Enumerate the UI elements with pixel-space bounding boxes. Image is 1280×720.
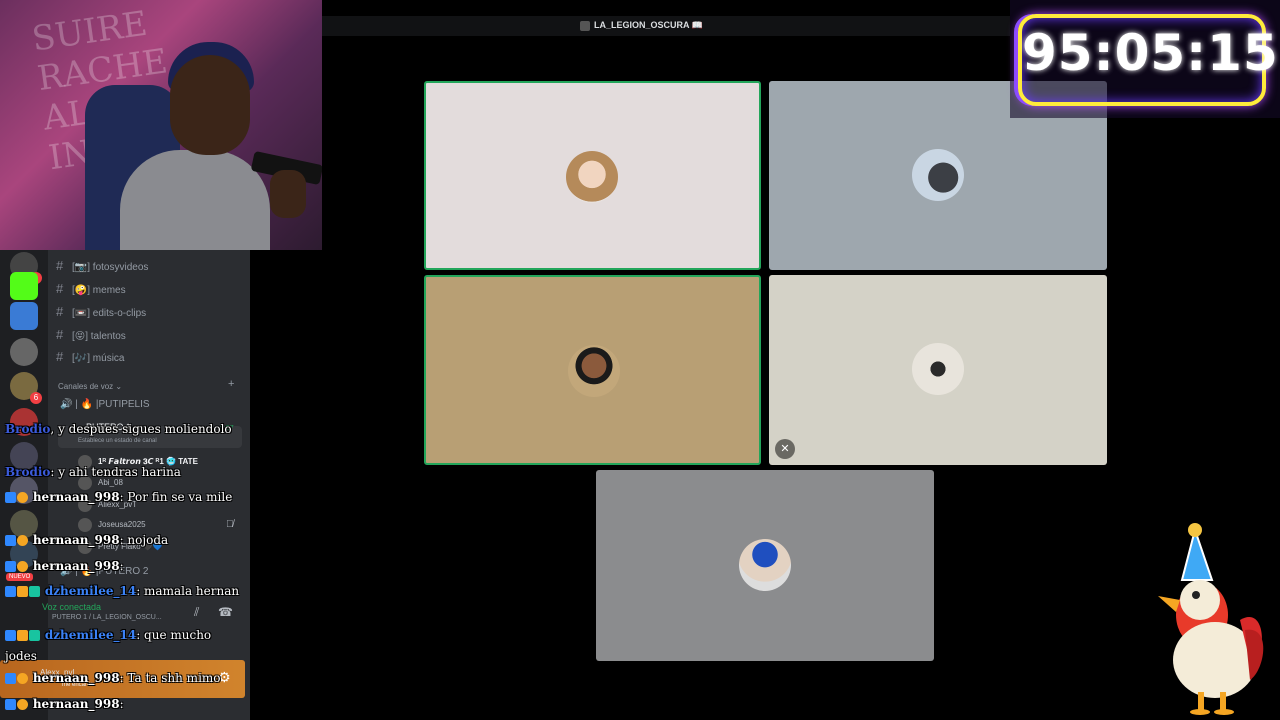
chat-message: Brodio, y despues sigues moliendolo	[5, 419, 245, 440]
chat-message: hernaan_998: Por fin se va mile	[5, 487, 245, 508]
channel-talentos[interactable]: # [😝] talentos	[56, 327, 126, 347]
voice-section-header[interactable]: Canales de voz ⌄	[58, 382, 122, 391]
chat-username: hernaan_998	[32, 697, 120, 711]
channel-label: fotosyvideos	[92, 262, 149, 273]
call-channel-name: LA_LEGION_OSCURA	[594, 20, 690, 30]
server-icon[interactable]: 6	[10, 372, 42, 404]
chat-username: Brodio	[5, 422, 51, 436]
voice-channel-putipelis[interactable]: 🔊 | 🔥 |PUTIPELIS	[60, 399, 150, 410]
chat-badges	[5, 625, 41, 646]
chat-username: hernaan_998	[32, 671, 120, 685]
chat-badges	[5, 556, 29, 577]
channel-musica[interactable]: # [🎶] música	[56, 349, 124, 369]
chat-separator: :	[119, 697, 124, 711]
avatar	[566, 151, 618, 203]
chat-text: Ta ta shh mimo	[127, 671, 221, 685]
chat-message: dzhemilee_14: que mucho jodes	[5, 625, 245, 667]
channel-prefix: [😝]	[72, 331, 88, 342]
rooster-mascot	[1158, 523, 1264, 715]
channel-edits-o-clips[interactable]: # [📼] edits-o-clips	[56, 304, 146, 324]
chat-badges	[5, 487, 29, 508]
server-icon	[580, 20, 590, 31]
channel-prefix: [📷]	[72, 262, 91, 273]
chat-username: dzhemilee_14	[44, 628, 137, 642]
channel-label: talentos	[90, 331, 126, 342]
disconnect-icon[interactable]: ☎	[218, 605, 233, 619]
channel-label: memes	[92, 285, 126, 296]
server-icon[interactable]	[10, 302, 38, 330]
chat-message: hernaan_998:	[5, 694, 245, 715]
add-channel-icon[interactable]: +	[228, 378, 234, 390]
voice-user-name: Joseusa2025	[98, 520, 146, 530]
avatar	[912, 343, 964, 395]
participant-tile[interactable]	[424, 81, 761, 270]
participant-tile[interactable]: ✕	[769, 275, 1107, 465]
stream-timer: 95:05:15	[1022, 24, 1279, 82]
hash-icon: #	[56, 258, 64, 273]
chat-message: dzhemilee_14: mamala hernan	[5, 581, 245, 602]
voice-connected-status[interactable]: Voz conectada	[42, 602, 101, 612]
chat-text: Por fin se va mile	[127, 490, 233, 504]
chat-message: hernaan_998:	[5, 556, 245, 577]
speaker-icon: 🔊	[60, 399, 73, 410]
chat-badges	[5, 694, 29, 715]
streamer-body	[120, 150, 270, 250]
streamer-hand	[270, 170, 306, 218]
chat-username: dzhemilee_14	[44, 584, 137, 598]
mic-off-icon: ✕	[775, 439, 795, 459]
channel-label: música	[92, 353, 125, 364]
channel-fotosyvideos[interactable]: # [📷] fotosyvideos	[56, 258, 148, 278]
channel-prefix: [📼]	[72, 308, 91, 319]
avatar	[568, 345, 620, 397]
voice-section-label: Canales de voz	[58, 382, 114, 391]
chat-badges	[5, 668, 29, 689]
chat-separator: ,	[50, 422, 59, 436]
hash-icon: #	[56, 349, 64, 364]
hash-icon: #	[56, 327, 64, 342]
chat-message: Brodio: y ahi tendras harina	[5, 462, 245, 483]
avatar	[739, 539, 791, 591]
hash-icon: #	[56, 304, 64, 319]
chat-text: y ahi tendras harina	[58, 465, 181, 479]
chat-separator: :	[136, 584, 145, 598]
server-icon[interactable]	[10, 338, 38, 366]
voice-connected-channel[interactable]: PUTERO 1 / LA_LEGION_OSCU...	[52, 614, 162, 621]
chat-text: y despues sigues moliendolo	[58, 422, 232, 436]
hash-icon: #	[56, 281, 64, 296]
chat-badges	[5, 530, 29, 551]
chat-username: hernaan_998	[32, 559, 120, 573]
chat-username: Brodio	[5, 465, 51, 479]
server-icon-kick[interactable]	[10, 272, 38, 300]
participant-tile[interactable]	[424, 275, 761, 465]
chat-message: hernaan_998: nojoda	[5, 530, 245, 551]
chat-text: nojoda	[127, 533, 169, 547]
chat-separator: :	[136, 628, 145, 642]
streamer-head	[170, 55, 250, 155]
chat-text: mamala hernan	[144, 584, 240, 598]
chat-badges	[5, 581, 41, 602]
channel-label: edits-o-clips	[92, 308, 147, 319]
mic-off-icon: 🎙̸	[226, 519, 234, 530]
avatar	[912, 149, 964, 201]
voice-channel-prefix: | 🔥 |	[75, 399, 99, 410]
noise-suppression-icon[interactable]: ⫽	[194, 605, 199, 620]
participant-tile[interactable]	[596, 470, 934, 661]
webcam-overlay: SUIRERACHEALETOINOVI	[0, 0, 322, 250]
chat-username: hernaan_998	[32, 490, 120, 504]
voice-channel-label: PUTIPELIS	[98, 399, 150, 410]
book-icon: 📖	[691, 20, 703, 30]
call-channel-title: LA_LEGION_OSCURA 📖	[580, 20, 703, 31]
channel-memes[interactable]: # [🤪] memes	[56, 281, 126, 301]
chat-message: hernaan_998: Ta ta shh mimo	[5, 668, 245, 689]
chat-username: hernaan_998	[32, 533, 120, 547]
channel-prefix: [🎶]	[72, 353, 91, 364]
chat-separator: :	[119, 559, 124, 573]
channel-prefix: [🤪]	[72, 285, 91, 296]
